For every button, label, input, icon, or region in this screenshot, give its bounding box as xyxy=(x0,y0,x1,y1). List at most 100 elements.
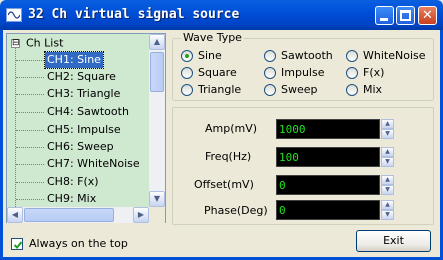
tree-item-ch1[interactable]: CH1: Sine xyxy=(44,51,104,69)
radio-label: Impulse xyxy=(281,66,325,79)
channel-tree-view[interactable]: ⊟ Ch List CH1: Sine CH2: Square CH3: Tria… xyxy=(7,34,149,207)
always-on-top-label: Always on the top xyxy=(29,237,128,250)
title-bar[interactable]: 32 Ch virtual signal source ✕ xyxy=(0,0,443,30)
radio-mix[interactable]: Mix xyxy=(346,83,382,97)
radio-icon xyxy=(264,67,276,79)
scroll-left-button[interactable]: ◀ xyxy=(7,207,23,223)
radio-sine[interactable]: Sine xyxy=(181,49,222,63)
tree-item-ch8[interactable]: CH8: F(x) xyxy=(45,174,101,190)
tree-item-ch5[interactable]: CH5: Impulse xyxy=(45,122,123,138)
amp-increment-button[interactable]: ▲ xyxy=(381,119,394,129)
radio-sawtooth[interactable]: Sawtooth xyxy=(264,49,333,63)
scroll-down-button[interactable]: ▼ xyxy=(149,191,165,207)
radio-icon xyxy=(181,67,193,79)
tree-item-ch9[interactable]: CH9: Mix xyxy=(45,191,98,207)
radio-sweep[interactable]: Sweep xyxy=(264,83,318,97)
phase-spinner[interactable]: ▲ ▼ xyxy=(381,200,394,220)
radio-label: WhiteNoise xyxy=(363,49,426,62)
collapse-icon[interactable]: ⊟ xyxy=(11,38,20,48)
radio-square[interactable]: Square xyxy=(181,66,237,80)
tree-item-ch2[interactable]: CH2: Square xyxy=(45,69,118,85)
arrow-down-icon: ▼ xyxy=(385,158,390,165)
arrow-down-icon: ▼ xyxy=(385,211,390,218)
amp-spinner[interactable]: ▲ ▼ xyxy=(381,119,394,139)
radio-triangle[interactable]: Triangle xyxy=(181,83,241,97)
radio-icon xyxy=(264,84,276,96)
close-button[interactable]: ✕ xyxy=(418,6,437,25)
freq-input[interactable]: 100 xyxy=(276,147,380,167)
radio-fx[interactable]: F(x) xyxy=(346,66,384,80)
arrow-up-icon: ▲ xyxy=(385,176,390,183)
tree-branch xyxy=(16,77,44,78)
window-title: 32 Ch virtual signal source xyxy=(28,7,240,22)
radio-icon xyxy=(346,84,358,96)
freq-increment-button[interactable]: ▲ xyxy=(381,147,394,157)
horizontal-scroll-thumb[interactable] xyxy=(24,208,114,222)
exit-button[interactable]: Exit xyxy=(356,230,431,252)
tree-branch xyxy=(16,112,44,113)
maximize-icon xyxy=(400,10,411,21)
tree-vertical-scrollbar[interactable]: ▲ ▼ xyxy=(149,34,165,207)
amp-input[interactable]: 1000 xyxy=(276,119,380,139)
tree-branch xyxy=(16,147,44,148)
tree-branch xyxy=(16,164,44,165)
radio-icon xyxy=(346,67,358,79)
arrow-up-icon: ▲ xyxy=(385,120,390,127)
tree-branch xyxy=(16,60,44,61)
arrow-up-icon: ▲ xyxy=(385,201,390,208)
vertical-scroll-thumb[interactable] xyxy=(150,52,164,92)
close-icon: ✕ xyxy=(422,8,433,23)
freq-label: Freq(Hz) xyxy=(205,150,252,163)
tree-branch xyxy=(16,182,44,183)
amp-decrement-button[interactable]: ▼ xyxy=(381,129,394,139)
radio-label: Sine xyxy=(198,49,222,62)
arrow-down-icon: ▼ xyxy=(385,130,390,137)
scroll-right-button[interactable]: ▶ xyxy=(133,207,149,223)
wave-type-group: Wave Type Sine Sawtooth WhiteNoise Squar… xyxy=(172,31,434,101)
always-on-top-checkbox[interactable]: Always on the top xyxy=(11,237,128,251)
tree-item-ch4[interactable]: CH4: Sawtooth xyxy=(45,104,131,120)
offset-input[interactable]: 0 xyxy=(276,175,380,195)
minimize-button[interactable] xyxy=(375,6,394,25)
chevron-right-icon: ▶ xyxy=(137,210,145,219)
tree-root[interactable]: ⊟ Ch List xyxy=(11,36,63,50)
radio-label: Square xyxy=(198,66,237,79)
chevron-down-icon: ▼ xyxy=(153,194,161,203)
tree-branch xyxy=(16,130,44,131)
radio-whitenoise[interactable]: WhiteNoise xyxy=(346,49,426,63)
phase-decrement-button[interactable]: ▼ xyxy=(381,210,394,220)
radio-impulse[interactable]: Impulse xyxy=(264,66,324,80)
radio-label: Sawtooth xyxy=(281,49,333,62)
parameter-panel: Amp(mV) 1000 ▲ ▼ Freq(Hz) 100 ▲ ▼ Offset… xyxy=(172,107,434,225)
radio-icon xyxy=(346,50,358,62)
checkbox-checked-icon xyxy=(11,238,23,250)
tree-connector-line xyxy=(15,47,16,207)
tree-root-label: Ch List xyxy=(26,36,64,50)
chevron-left-icon: ◀ xyxy=(11,210,19,219)
phase-increment-button[interactable]: ▲ xyxy=(381,200,394,210)
radio-label: Triangle xyxy=(198,83,242,96)
offset-spinner[interactable]: ▲ ▼ xyxy=(381,175,394,195)
offset-increment-button[interactable]: ▲ xyxy=(381,175,394,185)
offset-decrement-button[interactable]: ▼ xyxy=(381,185,394,195)
phase-label: Phase(Deg) xyxy=(204,204,268,217)
phase-input[interactable]: 0 xyxy=(276,200,380,220)
freq-spinner[interactable]: ▲ ▼ xyxy=(381,147,394,167)
tree-horizontal-scrollbar[interactable]: ◀ ▶ xyxy=(7,207,149,223)
tree-branch xyxy=(16,94,44,95)
window-frame-left xyxy=(0,30,3,260)
radio-icon xyxy=(181,84,193,96)
freq-decrement-button[interactable]: ▼ xyxy=(381,157,394,167)
radio-icon xyxy=(264,50,276,62)
channel-tree[interactable]: ⊟ Ch List CH1: Sine CH2: Square CH3: Tria… xyxy=(6,33,166,223)
amp-label: Amp(mV) xyxy=(205,122,258,135)
maximize-button[interactable] xyxy=(396,6,415,25)
tree-item-ch7[interactable]: CH7: WhiteNoise xyxy=(45,156,142,172)
offset-label: Offset(mV) xyxy=(194,178,254,191)
tree-item-ch3[interactable]: CH3: Triangle xyxy=(45,86,122,102)
signal-app-icon xyxy=(6,8,22,22)
scroll-up-button[interactable]: ▲ xyxy=(149,34,165,50)
arrow-up-icon: ▲ xyxy=(385,148,390,155)
tree-item-ch6[interactable]: CH6: Sweep xyxy=(45,139,116,155)
scrollbar-corner xyxy=(149,207,165,223)
